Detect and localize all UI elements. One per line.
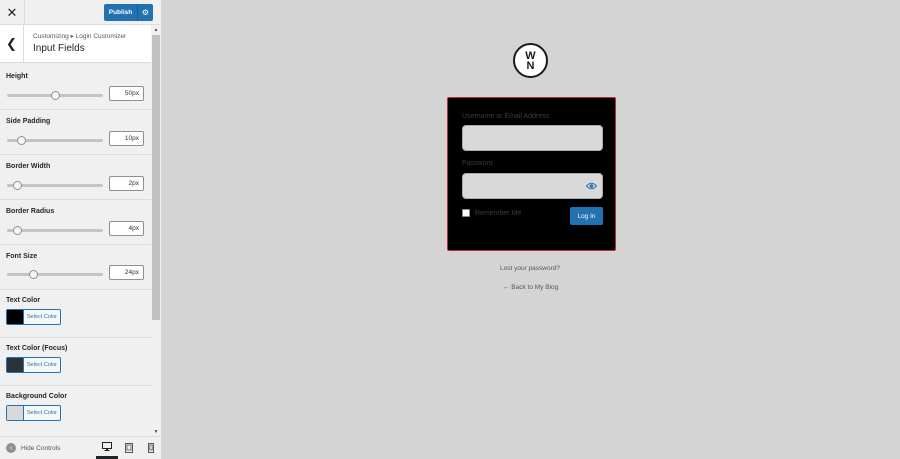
mobile-preview-button[interactable] (140, 437, 162, 459)
controls-panel: Height 50px Side Padding 10px Border Wid… (0, 64, 151, 436)
username-input[interactable] (462, 125, 603, 151)
color-swatch (7, 358, 24, 372)
side-padding-input[interactable]: 10px (109, 131, 144, 146)
scrollbar-thumb[interactable] (152, 35, 160, 320)
color-swatch (7, 406, 24, 420)
background-color-label: Background Color (6, 393, 68, 400)
close-icon: ✕ (6, 4, 18, 20)
text-color-label: Text Color (6, 297, 41, 304)
divider (0, 244, 151, 245)
select-color-label: Select Color (27, 362, 57, 368)
desktop-preview-button[interactable] (96, 437, 118, 459)
height-label: Height (6, 73, 28, 80)
text-color-picker-button[interactable]: Select Color (6, 309, 61, 325)
remember-me-label: Remember Me (475, 209, 522, 217)
sidebar-scrollbar[interactable]: ▲ ▼ (151, 25, 161, 436)
logo-letter-bottom: N (526, 59, 535, 72)
section-title: Input Fields (33, 43, 85, 54)
remember-me-checkbox[interactable] (462, 209, 470, 217)
border-width-slider-thumb[interactable] (12, 181, 22, 190)
font-size-input[interactable]: 24px (109, 265, 144, 280)
text-color-focus-picker-button[interactable]: Select Color (6, 357, 61, 373)
border-radius-slider[interactable] (7, 226, 103, 235)
section-header: ❮ Customizing ▸ Login Customizer Input F… (0, 25, 151, 63)
remember-me: Remember Me (462, 209, 521, 217)
password-label: Password (462, 160, 493, 167)
username-label: Username or Email Address (462, 113, 550, 120)
login-preview: W N Username or Email Address Password R… (161, 0, 900, 459)
height-input[interactable]: 50px (109, 86, 144, 101)
select-color-label: Select Color (27, 314, 57, 320)
desktop-icon (102, 442, 112, 451)
side-padding-slider-thumb[interactable] (17, 136, 27, 145)
scroll-up-arrow-icon[interactable]: ▲ (151, 25, 161, 34)
hide-controls-label: Hide Controls (21, 444, 61, 452)
border-width-slider[interactable] (7, 181, 103, 190)
hide-controls-icon: ‹ (6, 443, 16, 453)
mobile-icon (148, 443, 154, 453)
breadcrumb: Customizing ▸ Login Customizer (33, 33, 127, 40)
select-color-label: Select Color (27, 410, 57, 416)
divider (0, 289, 151, 290)
font-size-slider[interactable] (7, 270, 103, 279)
customizer-footer: ‹ Hide Controls (0, 436, 161, 459)
password-input[interactable] (462, 173, 603, 199)
side-padding-label: Side Padding (6, 118, 51, 125)
background-color-picker-button[interactable]: Select Color (6, 405, 61, 421)
border-radius-label: Border Radius (6, 208, 55, 215)
font-size-slider-thumb[interactable] (28, 270, 38, 279)
border-width-label: Border Width (6, 163, 51, 170)
logo-letter-top: W (525, 49, 536, 62)
text-color-focus-label: Text Color (Focus) (6, 345, 68, 352)
back-to-blog-link[interactable]: ← Back to My Blog (503, 284, 558, 291)
site-logo[interactable]: W N (513, 43, 548, 78)
border-radius-input[interactable]: 4px (109, 221, 144, 236)
scroll-down-arrow-icon[interactable]: ▼ (151, 427, 161, 436)
divider (0, 154, 151, 155)
chevron-left-icon: ❮ (6, 35, 17, 51)
divider (0, 109, 151, 110)
publish-group: Publish ⚙ (104, 4, 153, 21)
border-width-input[interactable]: 2px (109, 176, 144, 191)
hide-controls-button[interactable]: ‹ Hide Controls (6, 437, 60, 459)
lost-password-link[interactable]: Lost your password? (500, 265, 560, 272)
customizer-sidebar: ✕ Publish ⚙ ❮ Customizing ▸ Login Custom… (0, 0, 161, 459)
font-size-label: Font Size (6, 253, 38, 260)
color-swatch (7, 310, 24, 324)
login-button[interactable]: Log In (570, 207, 603, 225)
customizer-topbar: ✕ Publish ⚙ (0, 0, 161, 25)
height-slider-thumb[interactable] (51, 91, 60, 100)
tablet-preview-button[interactable] (118, 437, 140, 459)
divider (0, 337, 151, 338)
close-customizer-button[interactable]: ✕ (0, 0, 25, 25)
gear-icon: ⚙ (141, 8, 150, 17)
height-slider[interactable] (7, 91, 103, 100)
login-form: Username or Email Address Password Remem… (447, 97, 616, 251)
publish-settings-button[interactable]: ⚙ (137, 4, 153, 21)
back-button[interactable]: ❮ (0, 25, 24, 62)
side-padding-slider[interactable] (7, 136, 103, 145)
border-radius-slider-thumb[interactable] (12, 226, 22, 235)
show-password-icon[interactable] (586, 182, 597, 190)
publish-button[interactable]: Publish (104, 4, 137, 21)
divider (0, 385, 151, 386)
divider (0, 199, 151, 200)
tablet-icon (125, 443, 133, 453)
